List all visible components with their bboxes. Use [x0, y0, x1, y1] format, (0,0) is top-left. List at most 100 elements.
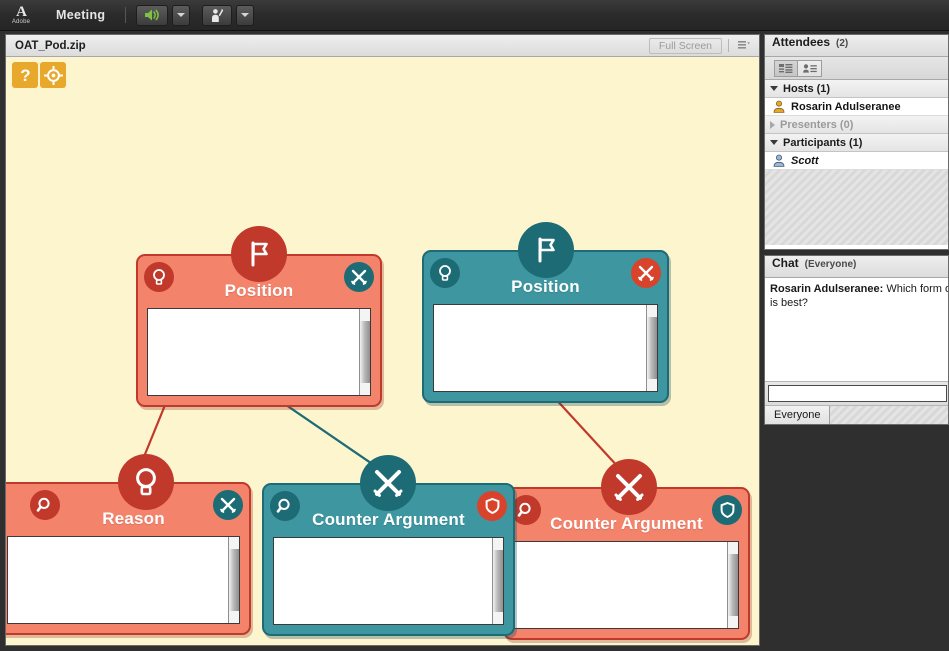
crossed-swords-icon — [220, 497, 236, 513]
adobe-connect-window: A Adobe Meeting OAT_Pod.zip Full Screen … — [0, 0, 949, 651]
menu-item-meeting[interactable]: Meeting — [42, 0, 119, 31]
node-field-scrollbar[interactable] — [492, 538, 503, 624]
node-badge-crossed-swords — [360, 455, 416, 511]
node-counter-argument-center[interactable]: Counter Argument — [262, 455, 515, 636]
pod-options-icon — [738, 41, 750, 49]
scrollbar-thumb[interactable] — [493, 550, 503, 612]
attendee-row-participant[interactable]: Scott — [765, 152, 948, 170]
shield-icon — [720, 501, 734, 519]
chat-messages[interactable]: Rosarin Adulseranee: Which form of alter… — [765, 278, 948, 381]
chevron-down-icon — [770, 140, 778, 145]
node-icon-shield[interactable] — [712, 495, 742, 525]
argument-map-canvas[interactable]: ? Position Position Reason Counter Argum… — [6, 57, 759, 645]
right-panel-column: Attendees (2) Hosts (1) Rosarin Adulsera… — [764, 34, 949, 646]
full-screen-button[interactable]: Full Screen — [648, 37, 722, 54]
share-pod-title: OAT_Pod.zip — [15, 39, 86, 52]
attendees-empty-area — [765, 170, 948, 245]
node-field-scrollbar[interactable] — [646, 305, 657, 391]
participant-avatar-icon — [773, 154, 785, 167]
host-avatar-icon — [773, 100, 785, 113]
crossed-swords-icon — [351, 269, 367, 285]
attendee-row-host[interactable]: Rosarin Adulseranee — [765, 98, 948, 116]
detail-view-button[interactable] — [798, 59, 822, 77]
node-field-scrollbar[interactable] — [727, 542, 738, 628]
attendee-group-hosts[interactable]: Hosts (1) — [765, 80, 948, 98]
adobe-logo: A Adobe — [0, 0, 42, 31]
node-icon-shield[interactable] — [477, 491, 507, 521]
chat-message-text: Which form of alterr — [886, 283, 948, 295]
node-icon-magnifier[interactable] — [30, 490, 60, 520]
scrollbar-thumb[interactable] — [229, 549, 239, 611]
node-icon-crossed-swords[interactable] — [344, 262, 374, 292]
attendees-pod: Attendees (2) Hosts (1) Rosarin Adulsera… — [764, 34, 949, 250]
chat-input-row — [765, 381, 948, 405]
node-title: Reason — [102, 509, 165, 528]
application-menu-bar: A Adobe Meeting — [0, 0, 949, 31]
attendees-list[interactable]: Hosts (1) Rosarin Adulseranee Presenters… — [765, 80, 948, 249]
speaker-icon — [145, 9, 160, 21]
attendees-count: (2) — [836, 38, 849, 49]
list-view-button[interactable] — [774, 59, 798, 77]
node-text-field[interactable] — [433, 304, 658, 392]
attendee-group-participants[interactable]: Participants (1) — [765, 134, 948, 152]
canvas-toolbar: ? — [12, 62, 66, 88]
magnifier-icon — [276, 498, 290, 513]
node-icon-magnifier[interactable] — [270, 491, 300, 521]
share-pod: OAT_Pod.zip Full Screen ? Position Posit… — [5, 34, 760, 646]
lightbulb-icon — [153, 269, 165, 285]
pod-options-button[interactable] — [736, 39, 752, 53]
target-tool-button[interactable] — [40, 62, 66, 88]
raise-hand-dropdown-button[interactable] — [236, 4, 255, 26]
target-icon — [43, 65, 63, 85]
node-field-scrollbar[interactable] — [228, 537, 239, 623]
raise-hand-icon — [212, 8, 224, 22]
attendees-toolbar — [765, 57, 948, 80]
help-tool-button[interactable]: ? — [12, 62, 38, 88]
speaker-dropdown-button[interactable] — [172, 4, 191, 26]
shield-icon — [485, 497, 499, 515]
node-text-field[interactable] — [147, 308, 371, 396]
node-text-field[interactable] — [514, 541, 739, 629]
chat-input[interactable] — [768, 385, 947, 402]
node-text-field[interactable] — [273, 537, 504, 625]
magnifier-icon — [517, 502, 531, 517]
scrollbar-thumb[interactable] — [647, 317, 657, 379]
node-badge-flag — [231, 226, 287, 282]
node-icon-crossed-swords[interactable] — [631, 258, 661, 288]
svg-text:?: ? — [20, 66, 30, 85]
group-label: Participants (1) — [783, 136, 863, 149]
node-badge-flag — [517, 222, 574, 278]
attendee-group-presenters[interactable]: Presenters (0) — [765, 116, 948, 134]
node-title: Position — [224, 281, 294, 300]
chat-pod: Chat (Everyone) Rosarin Adulseranee: Whi… — [764, 255, 949, 425]
crossed-swords-icon — [373, 470, 403, 497]
chat-message: Rosarin Adulseranee: Which form of alter… — [770, 283, 948, 297]
chat-title: Chat — [772, 256, 799, 270]
attendees-header: Attendees (2) — [765, 35, 948, 57]
speaker-button[interactable] — [136, 4, 169, 26]
node-icon-crossed-swords[interactable] — [213, 490, 243, 520]
crossed-swords-icon — [614, 474, 644, 501]
share-pod-header: OAT_Pod.zip Full Screen — [6, 35, 759, 57]
flag-icon — [538, 237, 555, 263]
chat-message-sender: Rosarin Adulseranee: — [770, 283, 884, 295]
crossed-swords-icon — [638, 265, 654, 281]
node-icon-lightbulb[interactable] — [430, 258, 460, 288]
scrollbar-thumb[interactable] — [360, 321, 370, 383]
chevron-right-icon — [770, 120, 775, 129]
chat-tab-everyone[interactable]: Everyone — [765, 406, 831, 424]
node-position-left[interactable]: Position — [136, 226, 382, 407]
raise-hand-button[interactable] — [202, 4, 233, 26]
scrollbar-thumb[interactable] — [728, 554, 738, 616]
node-icon-lightbulb[interactable] — [144, 262, 174, 292]
chat-tab-bar: Everyone — [765, 405, 948, 424]
node-icon-magnifier[interactable] — [511, 495, 541, 525]
node-title: Counter Argument — [550, 514, 703, 533]
node-text-field[interactable] — [7, 536, 240, 624]
adobe-logo-mark: A — [16, 4, 27, 20]
node-field-scrollbar[interactable] — [359, 309, 370, 395]
attendee-name: Scott — [791, 154, 819, 167]
node-position-right[interactable]: Position — [422, 222, 669, 403]
node-counter-argument-right[interactable]: Counter Argument — [503, 459, 750, 640]
node-reason[interactable]: Reason — [6, 454, 251, 635]
